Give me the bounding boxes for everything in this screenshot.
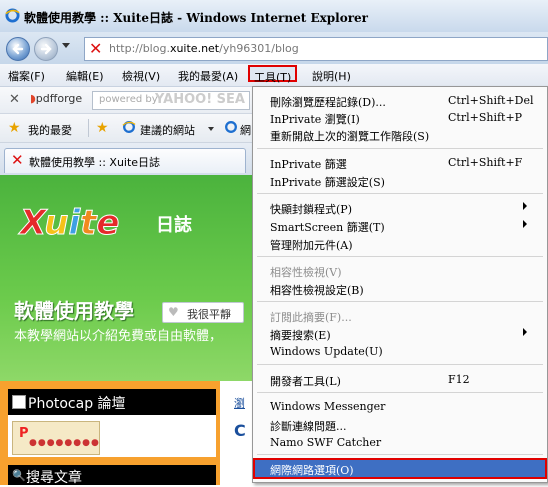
logo-subtitle: 日誌 — [156, 215, 192, 236]
site-favicon-icon: ✕ — [11, 151, 24, 169]
blog-description: 本教學網站以介紹免費或自由軟體， — [14, 329, 223, 344]
title-bar: 軟體使用教學 :: Xuite日誌 - Windows Internet Exp… — [0, 0, 548, 32]
menu-item-delete-history[interactable]: 刪除瀏覽歷程記錄(D)... Ctrl+Shift+Del — [253, 92, 547, 109]
favorites-button[interactable]: 我的最愛 — [28, 122, 72, 138]
chevron-down-icon[interactable] — [208, 127, 214, 131]
menu-item-compat-view: 相容性檢視(V) — [270, 266, 342, 279]
menu-item-inprivate-browsing[interactable]: InPrivate 瀏覽(I) Ctrl+Shift+P — [253, 109, 547, 126]
menu-tools[interactable]: 工具(T) — [248, 65, 298, 84]
menu-item-inprivate-filtering[interactable]: InPrivate 篩選 Ctrl+Shift+F — [253, 154, 547, 171]
menu-favorites[interactable]: 我的最愛(A) — [178, 68, 238, 84]
content-link[interactable]: 瀏 — [234, 395, 245, 411]
mood-button[interactable]: ♥ 我很平靜 — [162, 302, 244, 323]
menu-item-developer-tools[interactable]: 開發者工具(L) F12 — [253, 371, 547, 388]
blog-title[interactable]: 軟體使用教學 — [14, 295, 134, 324]
menu-separator — [257, 364, 543, 365]
box-header: Photocap 論壇 — [8, 389, 216, 415]
xuite-logo[interactable]: Xuite — [19, 203, 119, 244]
menu-bar: 檔案(F) 編輯(E) 檢視(V) 我的最愛(A) 工具(T) 說明(H) — [0, 64, 548, 87]
menu-item-compat-view-settings[interactable]: 相容性檢視設定(B) — [253, 280, 547, 297]
menu-item-inprivate-filter-settings[interactable]: InPrivate 篩選設定(S) — [253, 172, 547, 189]
menu-item-subscribe-feed: 訂閱此摘要(F)... — [270, 311, 352, 324]
submenu-arrow-icon — [523, 328, 527, 336]
toolbar-search-input[interactable]: powered by YAHOO! SEA — [92, 91, 250, 110]
tab-title: 軟體使用教學 :: Xuite日誌 — [29, 156, 161, 169]
menu-item-internet-options[interactable]: 網際網路選項(O) — [253, 458, 547, 479]
content-heading[interactable]: C — [234, 421, 246, 440]
arrow-left-icon — [12, 43, 24, 55]
menu-separator — [257, 256, 543, 257]
photocap-forum-box: Photocap 論壇 P ●●●●●●●● — [8, 389, 216, 457]
menu-file[interactable]: 檔案(F) — [8, 68, 45, 84]
menu-separator — [257, 148, 543, 149]
menu-separator — [257, 454, 543, 455]
ie-page-icon — [122, 121, 136, 133]
menu-item-windows-messenger[interactable]: Windows Messenger — [253, 398, 547, 415]
menu-item-popup-blocker[interactable]: 快顯封鎖程式(P) — [253, 199, 547, 216]
search-icon: 🔍 — [12, 469, 26, 482]
tab-active[interactable]: ✕ 軟體使用教學 :: Xuite日誌 — [4, 148, 246, 173]
menu-edit[interactable]: 編輯(E) — [66, 68, 104, 84]
menu-item-diagnose-connection[interactable]: 診斷連線問題... — [253, 416, 547, 433]
sidebar: Photocap 論壇 P ●●●●●●●● 🔍 搜尋文章 — [0, 381, 220, 486]
arrow-right-icon — [40, 43, 52, 55]
navigation-bar: ✕ http://blog.xuite.net/yh96301/blog — [0, 32, 548, 64]
add-favorite-icon[interactable]: ★ — [96, 120, 109, 136]
menu-item-manage-addons[interactable]: 管理附加元件(A) — [253, 235, 547, 252]
menu-item-windows-update[interactable]: Windows Update(U) — [253, 343, 547, 360]
menu-separator — [257, 193, 543, 194]
address-url[interactable]: http://blog.xuite.net/yh96301/blog — [109, 42, 299, 55]
heart-icon: ♥ — [168, 305, 179, 319]
site-favicon-icon: ✕ — [89, 39, 103, 58]
window-icon — [12, 395, 26, 409]
menu-item-reopen-session[interactable]: 重新開啟上次的瀏覽工作階段(S) — [253, 126, 547, 143]
menu-item-smartscreen[interactable]: SmartScreen 篩選(T) — [253, 217, 547, 234]
submenu-arrow-icon — [523, 220, 527, 228]
menu-separator — [257, 301, 543, 302]
ie-logo-icon — [5, 8, 20, 23]
recent-pages-dropdown[interactable] — [62, 43, 70, 48]
suggested-sites-link[interactable]: 建議的網站 — [140, 122, 195, 138]
favorites-star-icon[interactable]: ★ — [8, 120, 21, 136]
address-bar[interactable]: ✕ http://blog.xuite.net/yh96301/blog — [84, 37, 548, 61]
menu-help[interactable]: 說明(H) — [312, 68, 351, 84]
search-articles-box: 🔍 搜尋文章 — [8, 465, 216, 486]
menu-item-namo-swf-catcher[interactable]: Namo SWF Catcher — [253, 434, 547, 451]
forum-banner-image[interactable]: P ●●●●●●●● — [12, 421, 100, 455]
pdfforge-logo: ◗pdfforge — [30, 92, 83, 105]
back-button[interactable] — [6, 37, 30, 61]
divider — [88, 119, 89, 137]
menu-item-feed-discovery[interactable]: 摘要搜索(E) — [253, 325, 547, 342]
window-title: 軟體使用教學 :: Xuite日誌 - Windows Internet Exp… — [24, 11, 368, 25]
tools-menu: 刪除瀏覽歷程記錄(D)... Ctrl+Shift+Del InPrivate 瀏… — [252, 86, 548, 483]
submenu-arrow-icon — [523, 202, 527, 210]
close-toolbar-icon[interactable]: ✕ — [9, 92, 20, 107]
menu-view[interactable]: 檢視(V) — [122, 68, 160, 84]
ie-page-icon — [225, 121, 237, 133]
web-slice-link[interactable]: 網 — [240, 122, 251, 138]
forward-button[interactable] — [34, 37, 58, 61]
menu-separator — [257, 392, 543, 393]
